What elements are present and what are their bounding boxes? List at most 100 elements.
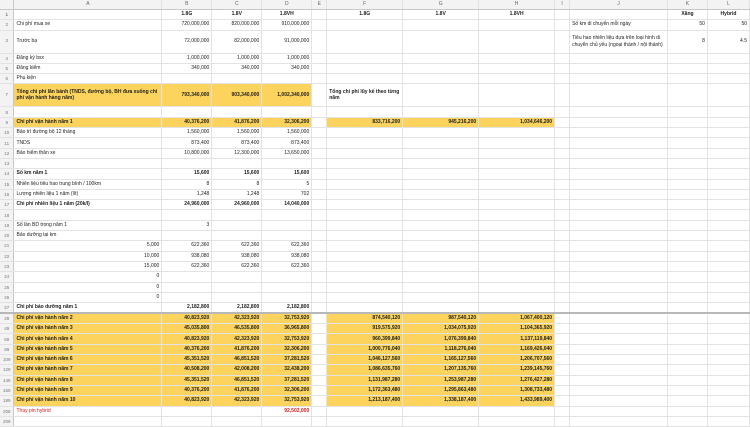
cell-a25[interactable]: 0	[13, 282, 163, 293]
row-header[interactable]: 17	[0, 199, 15, 211]
cell-i16[interactable]	[554, 189, 571, 201]
cell-i26[interactable]	[554, 292, 571, 304]
cell-k15[interactable]	[667, 179, 708, 190]
cell-g8[interactable]	[402, 106, 480, 118]
cell-h4[interactable]	[478, 53, 556, 64]
cell-k12[interactable]	[667, 148, 708, 159]
cell-l23[interactable]	[707, 261, 750, 273]
cell-g4[interactable]	[402, 53, 480, 64]
cell-g27[interactable]	[402, 302, 480, 315]
cell-c49[interactable]: 46,535,800	[211, 323, 263, 335]
cell-b4[interactable]: 1,000,000	[161, 53, 213, 64]
cell-d13[interactable]	[261, 158, 313, 170]
cell-g25[interactable]	[402, 282, 480, 293]
row-header[interactable]: 18	[0, 209, 15, 221]
cell-f11[interactable]	[326, 137, 404, 149]
cell-a23[interactable]: 15,000	[13, 261, 163, 273]
cell-d89[interactable]: 32,306,200	[261, 344, 313, 356]
cell-b20[interactable]	[161, 230, 213, 242]
cell-i4[interactable]	[554, 53, 571, 64]
cell-f69[interactable]: 960,399,840	[326, 333, 404, 345]
cell-l2[interactable]: 50	[707, 19, 750, 31]
cell-i129[interactable]	[554, 364, 571, 376]
cell-d22[interactable]: 938,080	[261, 251, 313, 262]
cell-i17[interactable]	[554, 199, 571, 211]
cell-d12[interactable]: 13,650,000	[261, 148, 313, 159]
cell-k4[interactable]	[667, 53, 708, 64]
cell-l27[interactable]	[707, 302, 750, 315]
cell-e129[interactable]	[311, 364, 328, 376]
cell-k169[interactable]	[667, 385, 708, 397]
row-header[interactable]: 21	[0, 240, 15, 252]
cell-j24[interactable]	[569, 271, 668, 283]
cell-a21[interactable]: 5,000	[13, 240, 163, 252]
cell-c10[interactable]: 1,560,000	[211, 127, 263, 139]
cell-f27[interactable]	[326, 302, 404, 315]
cell-b8[interactable]	[161, 106, 213, 118]
cell-f169[interactable]: 1,172,363,480	[326, 385, 404, 397]
cell-i25[interactable]	[554, 282, 571, 293]
cell-h18[interactable]	[478, 209, 556, 221]
cell-e109[interactable]	[311, 354, 328, 366]
select-all-corner[interactable]	[0, 0, 15, 10]
cell-h24[interactable]	[478, 271, 556, 283]
cell-g13[interactable]	[402, 158, 480, 170]
cell-k27[interactable]	[667, 302, 708, 315]
cell-f28[interactable]: 874,540,120	[326, 313, 404, 325]
cell-c3[interactable]: 82,000,000	[211, 30, 263, 54]
cell-b2[interactable]: 720,000,000	[161, 19, 213, 31]
cell-e17[interactable]	[311, 199, 328, 211]
cell-k17[interactable]	[667, 199, 708, 211]
cell-j12[interactable]	[569, 148, 668, 159]
cell-b69[interactable]: 40,823,920	[161, 333, 213, 345]
cell-l28[interactable]	[707, 313, 750, 325]
cell-k5[interactable]	[667, 63, 708, 75]
row-header[interactable]: 26	[0, 292, 15, 304]
cell-g21[interactable]	[402, 240, 480, 252]
cell-l13[interactable]	[707, 158, 750, 170]
cell-f20[interactable]	[326, 230, 404, 242]
cell-c1[interactable]: 1.8V	[211, 9, 263, 21]
cell-j1[interactable]	[569, 9, 668, 21]
cell-e24[interactable]	[311, 271, 328, 283]
cell-e13[interactable]	[311, 158, 328, 170]
cell-i189[interactable]	[554, 395, 571, 407]
cell-b24[interactable]	[161, 271, 213, 283]
cell-g69[interactable]: 1,076,399,840	[402, 333, 480, 345]
cell-h27[interactable]	[478, 302, 556, 315]
cell-j208[interactable]	[569, 406, 668, 417]
cell-a149[interactable]: Chi phí vận hành năm 8	[13, 375, 163, 386]
cell-l18[interactable]	[707, 209, 750, 221]
cell-k14[interactable]	[667, 168, 708, 180]
cell-g7[interactable]	[402, 83, 480, 108]
cell-b10[interactable]: 1,560,000	[161, 127, 213, 139]
cell-k69[interactable]	[667, 333, 708, 345]
cell-b6[interactable]	[161, 73, 213, 85]
cell-l14[interactable]	[707, 168, 750, 180]
cell-c89[interactable]: 41,876,200	[211, 344, 263, 356]
cell-f5[interactable]	[326, 63, 404, 75]
cell-e6[interactable]	[311, 73, 328, 85]
cell-d8[interactable]	[261, 106, 313, 118]
cell-g5[interactable]	[402, 63, 480, 75]
row-header[interactable]: 28	[0, 313, 15, 325]
cell-h49[interactable]: 1,104,365,920	[478, 323, 556, 335]
cell-g15[interactable]	[402, 179, 480, 190]
cell-k49[interactable]	[667, 323, 708, 335]
cell-k22[interactable]	[667, 251, 708, 262]
cell-d109[interactable]: 37,281,520	[261, 354, 313, 366]
cell-b89[interactable]: 40,376,200	[161, 344, 213, 356]
cell-f129[interactable]: 1,086,635,760	[326, 364, 404, 376]
cell-g3[interactable]	[402, 30, 480, 54]
cell-c7[interactable]: 903,340,000	[211, 83, 263, 108]
row-header[interactable]: 5	[0, 63, 15, 75]
cell-l19[interactable]	[707, 220, 750, 232]
cell-i6[interactable]	[554, 73, 571, 85]
cell-c169[interactable]: 41,876,200	[211, 385, 263, 397]
cell-k9[interactable]	[667, 117, 708, 129]
row-header[interactable]: 15	[0, 179, 15, 190]
row-header[interactable]: 208	[0, 406, 15, 417]
cell-d11[interactable]: 873,400	[261, 137, 313, 149]
cell-c22[interactable]: 938,080	[211, 251, 263, 262]
cell-d21[interactable]: 622,360	[261, 240, 313, 252]
